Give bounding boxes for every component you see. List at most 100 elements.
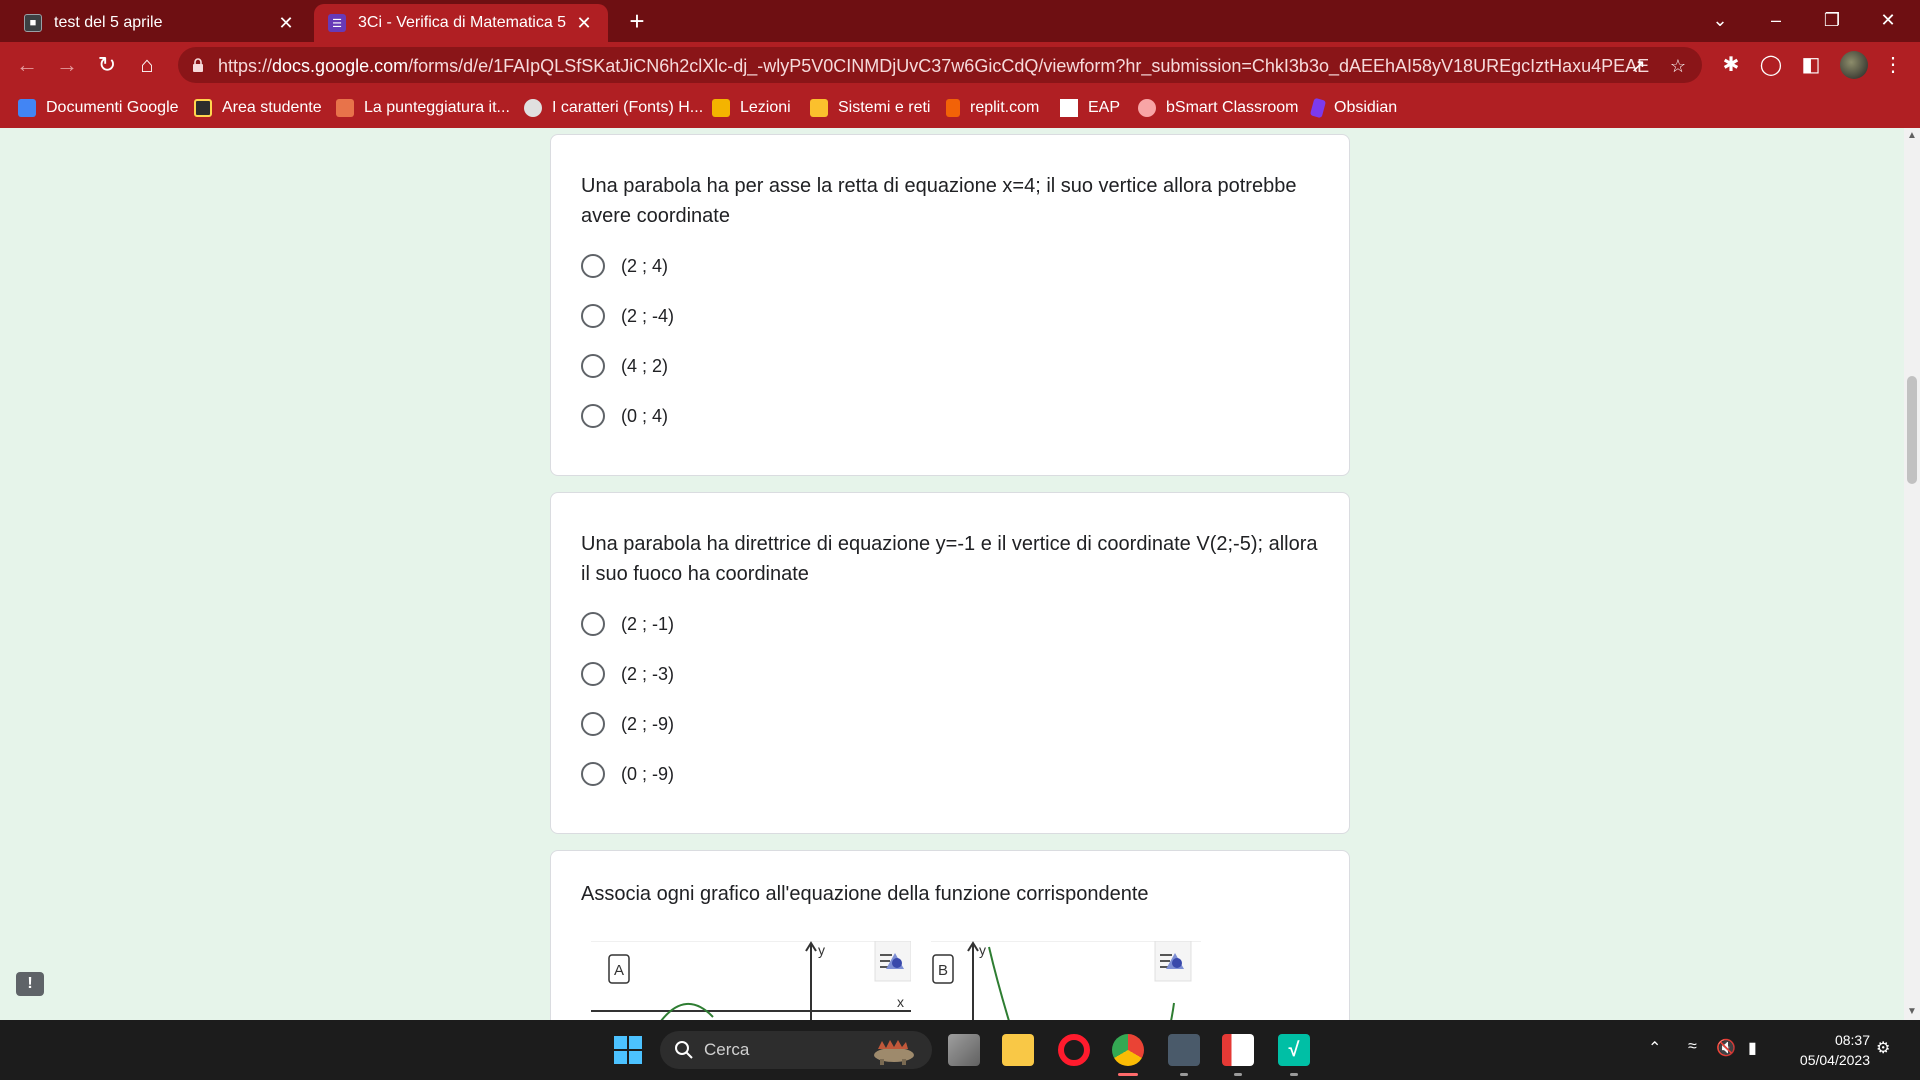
option-radio[interactable]: (2 ; -9)	[581, 709, 674, 739]
radio-button[interactable]	[581, 612, 605, 636]
scroll-down-icon[interactable]: ▼	[1904, 1004, 1920, 1020]
chrome-active-indicator	[1118, 1073, 1138, 1076]
speaker-muted-icon[interactable]: 🔇	[1716, 1038, 1736, 1058]
bookmark-label: Area studente	[222, 99, 322, 116]
new-tab-button[interactable]: +	[622, 6, 652, 36]
obsidian-icon	[1309, 97, 1327, 119]
option-radio[interactable]: (2 ; -4)	[581, 301, 674, 331]
graph-a: A y x	[591, 941, 911, 1020]
math-app-icon[interactable]: √	[1278, 1034, 1310, 1066]
radio-button[interactable]	[581, 254, 605, 278]
battery-icon[interactable]: ▮	[1748, 1038, 1757, 1058]
windows-start-icon[interactable]	[612, 1034, 644, 1066]
task-view-icon[interactable]	[948, 1034, 980, 1066]
opera-icon[interactable]	[1058, 1034, 1090, 1066]
form-page: Una parabola ha per asse la retta di equ…	[0, 128, 1904, 1020]
notepad-indicator	[1234, 1073, 1242, 1076]
back-icon[interactable]: ←	[12, 50, 42, 80]
bookmark-label: Obsidian	[1334, 99, 1398, 116]
graph-b: B y	[931, 941, 1201, 1020]
notepad-icon[interactable]	[1222, 1034, 1254, 1066]
forward-icon[interactable]: →	[52, 50, 82, 80]
bookmark-area-studente[interactable]: Area studente	[194, 97, 322, 119]
option-radio[interactable]: (2 ; 4)	[581, 251, 668, 281]
bookmark-label: Sistemi e reti	[838, 99, 931, 116]
graph-a-y-label: y	[818, 942, 825, 958]
globe-icon	[524, 99, 542, 117]
notifications-icon[interactable]: ⚙	[1876, 1038, 1890, 1058]
calculator-icon[interactable]	[1168, 1034, 1200, 1066]
bookmark-caratteri-fonts[interactable]: I caratteri (Fonts) H...	[524, 97, 703, 119]
bookmark-replit[interactable]: replit.com	[946, 97, 1039, 119]
question-card-3: Associa ogni grafico all'equazione della…	[550, 850, 1350, 1020]
wifi-icon[interactable]: ≈	[1688, 1038, 1697, 1056]
tab-test-del-5-aprile[interactable]: ■ test del 5 aprile ✕	[10, 4, 310, 42]
graph-b-y-label: y	[979, 942, 986, 958]
tab-verifica-matematica[interactable]: ☰ 3Ci - Verifica di Matematica 5/04 ✕	[314, 4, 608, 42]
scroll-thumb[interactable]	[1907, 376, 1917, 484]
page-scrollbar[interactable]: ▲ ▼	[1904, 128, 1920, 1020]
radio-button[interactable]	[581, 304, 605, 328]
close-icon[interactable]: ✕	[276, 13, 296, 34]
bookmark-label: bSmart Classroom	[1166, 99, 1299, 116]
file-explorer-icon[interactable]	[1002, 1034, 1034, 1066]
menu-icon[interactable]: ⋮	[1880, 52, 1906, 78]
close-icon[interactable]: ✕	[574, 13, 594, 34]
bookmark-sistemi-e-reti[interactable]: Sistemi e reti	[810, 97, 930, 119]
bookmark-bsmart-classroom[interactable]: bSmart Classroom	[1138, 97, 1298, 119]
radio-button[interactable]	[581, 662, 605, 686]
bookmark-obsidian[interactable]: Obsidian	[1309, 97, 1398, 119]
radio-button[interactable]	[581, 404, 605, 428]
radio-button[interactable]	[581, 354, 605, 378]
restore-icon[interactable]: ❐	[1804, 0, 1860, 40]
option-label: (2 ; -4)	[621, 305, 675, 326]
feedback-button[interactable]: !	[16, 972, 44, 996]
tab-search-icon[interactable]: ⌄	[1692, 0, 1748, 40]
search-icon	[675, 1041, 693, 1059]
profile-avatar[interactable]	[1840, 51, 1868, 79]
option-radio[interactable]: (4 ; 2)	[581, 351, 668, 381]
option-radio[interactable]: (0 ; 4)	[581, 401, 668, 431]
bookmark-eap[interactable]: EAP	[1060, 97, 1120, 119]
minimize-icon[interactable]: –	[1748, 0, 1804, 40]
chrome-icon[interactable]	[1112, 1034, 1144, 1066]
reload-icon[interactable]: ↻	[92, 50, 122, 80]
folder-icon	[810, 99, 828, 117]
radio-button[interactable]	[581, 762, 605, 786]
option-label: (2 ; -1)	[621, 613, 675, 634]
home-icon[interactable]: ⌂	[132, 50, 162, 80]
tab-title: 3Ci - Verifica di Matematica 5/04	[358, 14, 566, 31]
scroll-up-icon[interactable]: ▲	[1904, 128, 1920, 144]
page-icon	[1060, 99, 1078, 117]
monitor-icon	[194, 99, 212, 117]
tray-chevron-icon[interactable]: ⌃	[1648, 1038, 1661, 1058]
url-domain: docs.google.com	[272, 56, 409, 76]
close-window-icon[interactable]: ✕	[1860, 0, 1916, 40]
side-panel-icon[interactable]: ◧	[1798, 52, 1824, 78]
stegosaurus-icon	[874, 1040, 914, 1065]
extensions-icon[interactable]: ✱	[1718, 52, 1744, 78]
extension-circle-icon[interactable]: ◯	[1758, 52, 1784, 78]
system-clock[interactable]: 08:37 05/04/2023	[1786, 1030, 1870, 1070]
bookmark-punteggiatura[interactable]: La punteggiatura it...	[336, 97, 510, 119]
bookmark-star-icon[interactable]: ☆	[1666, 54, 1690, 78]
bookmark-lezioni[interactable]: Lezioni	[712, 97, 791, 119]
option-label: (0 ; -9)	[621, 763, 675, 784]
option-label: (0 ; 4)	[621, 405, 669, 426]
share-icon[interactable]: ↗	[1626, 54, 1650, 78]
bookmark-documenti-google[interactable]: Documenti Google	[18, 97, 179, 119]
option-radio[interactable]: (2 ; -3)	[581, 659, 674, 689]
toolbar: ← → ↻ ⌂ https://docs.google.com/forms/d/…	[0, 42, 1920, 88]
tab-title: test del 5 aprile	[54, 14, 163, 31]
url-text: https://docs.google.com/forms/d/e/1FAIpQ…	[218, 56, 1649, 77]
graph-a-x-label: x	[897, 994, 904, 1010]
option-radio[interactable]: (0 ; -9)	[581, 759, 674, 789]
address-bar[interactable]: https://docs.google.com/forms/d/e/1FAIpQ…	[178, 47, 1702, 83]
radio-button[interactable]	[581, 712, 605, 736]
option-radio[interactable]: (2 ; -1)	[581, 609, 674, 639]
clock-date: 05/04/2023	[1799, 1052, 1870, 1068]
question-text: Associa ogni grafico all'equazione della…	[581, 883, 1149, 905]
option-label: (2 ; 4)	[621, 255, 669, 276]
taskbar-search[interactable]: Cerca	[660, 1031, 932, 1069]
bookmark-label: Documenti Google	[46, 99, 179, 116]
